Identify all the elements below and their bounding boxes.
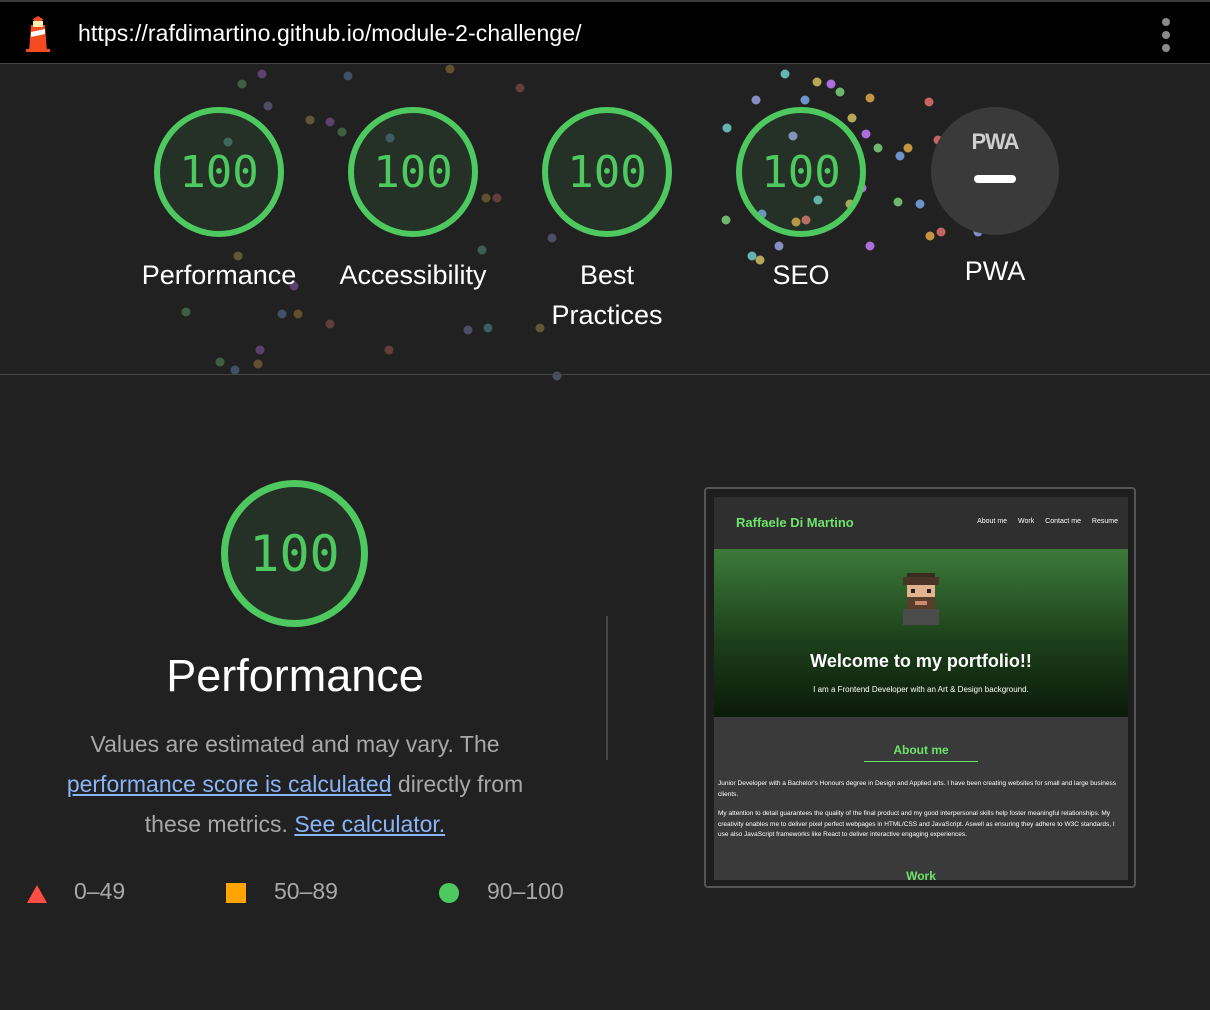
performance-title: Performance (166, 650, 424, 701)
score-value: 100 (761, 146, 841, 198)
score-ring: 100 (542, 107, 672, 237)
legend-range: 50–89 (274, 878, 338, 904)
vertical-divider (606, 616, 608, 760)
top-bar: https://rafdimartino.github.io/module-2-… (0, 0, 1210, 64)
pwa-dash-icon (974, 175, 1016, 183)
average-square-icon (226, 883, 246, 903)
confetti-dot (924, 97, 934, 107)
lighthouse-icon (26, 16, 50, 52)
confetti-dot (515, 83, 525, 93)
confetti-dot (483, 323, 493, 333)
gauge-label: Performance (124, 255, 314, 295)
pwa-badge-text: PWA (971, 129, 1019, 154)
confetti-dot (215, 357, 225, 367)
gauge-label: Accessibility (318, 255, 508, 295)
gauge-pwa[interactable]: PWA PWA (900, 107, 1090, 291)
confetti-dot (343, 71, 353, 81)
work-heading: Work (906, 869, 936, 880)
site-hero: Welcome to my portfolio!! I am a Fronten… (714, 549, 1128, 717)
score-value: 100 (373, 146, 453, 198)
about-paragraph: Junior Developer with a Bachelor's Honou… (718, 780, 1116, 798)
confetti-dot (325, 319, 335, 329)
avatar-icon (903, 573, 939, 625)
score-ring: 100 (154, 107, 284, 237)
confetti-dot (255, 345, 265, 355)
pass-circle-icon (439, 883, 459, 903)
score-value: 100 (567, 146, 647, 198)
legend-range: 0–49 (74, 878, 126, 904)
confetti-dot (293, 309, 303, 319)
confetti-dot (800, 95, 810, 105)
site-nav-link: Resume (1091, 518, 1118, 525)
confetti-dot (181, 307, 191, 317)
gauge-performance[interactable]: 100 Performance (124, 107, 314, 295)
confetti-dot (277, 309, 287, 319)
performance-score-gauge: 100 (221, 480, 368, 627)
site-nav-links: About me Work Contact me Resume (968, 518, 1118, 525)
gauge-label-line: Performance (141, 260, 297, 290)
desc-text: Values are estimated and may vary. The (90, 731, 500, 757)
site-nav-link: Contact me (1045, 518, 1081, 525)
site-navbar: Raffaele Di Martino About me Work Contac… (714, 497, 1128, 549)
about-heading: About me (893, 743, 949, 757)
score-ring: 100 (348, 107, 478, 237)
gauge-label-line: PWA (964, 256, 1026, 286)
confetti-dot (384, 345, 394, 355)
page-url[interactable]: https://rafdimartino.github.io/module-2-… (78, 20, 582, 47)
gauge-label-line: Accessibility (339, 260, 487, 290)
performance-score-value: 100 (249, 524, 340, 583)
confetti-dot (812, 77, 822, 87)
confetti-dot (780, 69, 790, 79)
legend-range: 90–100 (487, 878, 564, 904)
site-brand: Raffaele Di Martino (736, 515, 854, 530)
gauge-label-line: Best (579, 260, 635, 290)
more-vert-icon[interactable] (1158, 18, 1174, 52)
performance-description: Values are estimated and may vary. The p… (40, 724, 550, 844)
gauge-accessibility[interactable]: 100 Accessibility (318, 107, 508, 295)
gauge-best-practices[interactable]: 100 Best Practices (512, 107, 702, 335)
confetti-dot (237, 79, 247, 89)
pwa-badge: PWA (931, 107, 1059, 235)
about-underline (864, 761, 978, 762)
screenshot-page: Raffaele Di Martino About me Work Contac… (714, 497, 1128, 880)
confetti-dot (463, 325, 473, 335)
gauge-label: SEO (706, 255, 896, 295)
final-screenshot[interactable]: Raffaele Di Martino About me Work Contac… (704, 487, 1136, 888)
score-value: 100 (179, 146, 259, 198)
confetti-dot (826, 79, 836, 89)
confetti-dot (751, 95, 761, 105)
confetti-dot (552, 371, 562, 381)
confetti-dot (253, 359, 263, 369)
section-divider (0, 374, 1210, 375)
score-ring: 100 (736, 107, 866, 237)
hero-subtitle: I am a Frontend Developer with an Art & … (813, 685, 1029, 694)
confetti-dot (257, 69, 267, 79)
gauge-label-line: SEO (772, 260, 830, 290)
gauge-label: Best Practices (512, 255, 702, 335)
see-calculator-link[interactable]: See calculator. (294, 811, 445, 837)
site-nav-link: Work (1018, 518, 1035, 525)
confetti-dot (445, 64, 455, 74)
score-calculated-link[interactable]: performance score is calculated (67, 771, 392, 797)
confetti-dot (835, 87, 845, 97)
site-nav-link: About me (977, 518, 1008, 525)
fail-triangle-icon (27, 885, 47, 903)
gauge-label: PWA (900, 251, 1090, 291)
gauge-seo[interactable]: 100 SEO (706, 107, 896, 295)
about-paragraph: My attention to detail guarantees the qu… (718, 810, 1115, 838)
hero-title: Welcome to my portfolio!! (810, 651, 1032, 671)
confetti-dot (865, 93, 875, 103)
gauge-label-line: Practices (551, 300, 663, 330)
